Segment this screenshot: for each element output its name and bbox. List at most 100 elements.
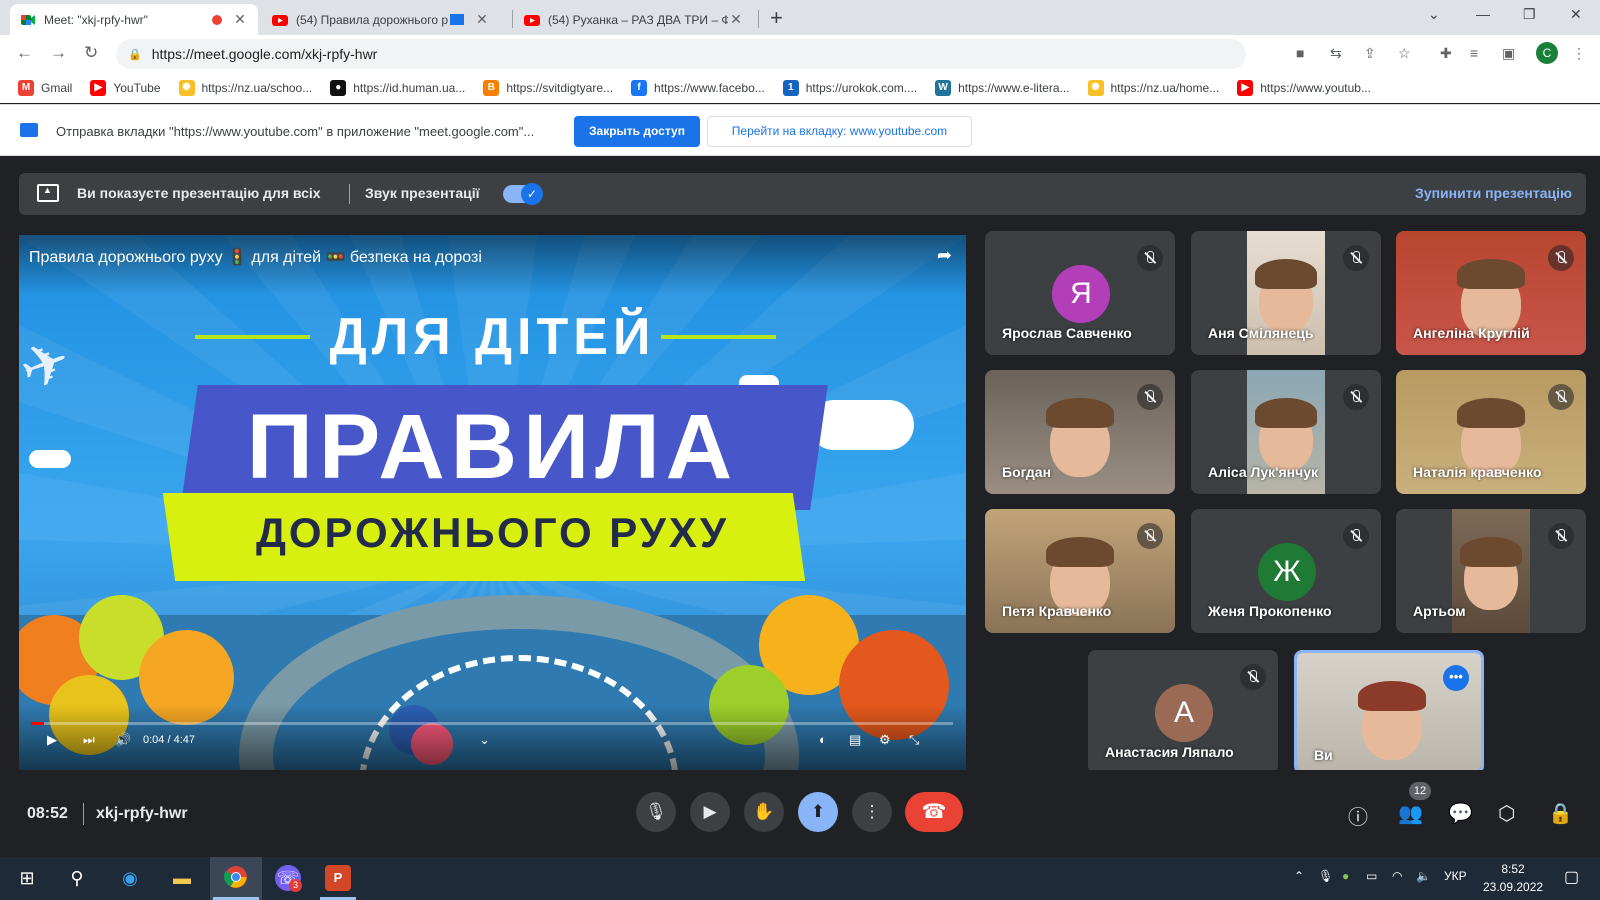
participant-tile[interactable]: Аня Смілянець [1191, 231, 1381, 355]
shared-video[interactable]: ✈ ДЛЯ ДІТЕЙ ПРАВИЛА ДОРОЖНЬОГО РУХУ Прав… [19, 235, 966, 770]
people-icon[interactable]: 👥 [1398, 801, 1423, 826]
more-options-icon[interactable]: ••• [1443, 665, 1469, 691]
close-icon[interactable]: ✕ [728, 11, 744, 28]
tab-search-icon[interactable]: ⌄ [1428, 6, 1440, 23]
tab-youtube-rukhanka[interactable]: (54) Руханка – РАЗ ДВА ТРИ – Ф ✕ [514, 4, 754, 35]
participant-name: Ангеліна Круглій [1413, 325, 1530, 341]
minimize-icon[interactable]: — [1476, 6, 1490, 22]
bookmark-item[interactable]: ▶ YouTube [90, 80, 161, 96]
bookmark-item[interactable]: M Gmail [18, 80, 72, 96]
camera-icon[interactable]: ■ [1296, 45, 1304, 61]
reload-icon[interactable]: ↻ [84, 43, 98, 63]
share-arrow-icon[interactable]: ➦ [937, 245, 952, 266]
participant-tile[interactable]: Наталія кравченко [1396, 370, 1586, 494]
activities-icon[interactable]: ⬡ [1498, 801, 1515, 826]
chevron-down-icon[interactable]: ⌄ [479, 732, 490, 748]
volume-icon[interactable]: 🔊 [115, 732, 131, 748]
tab-title: (54) Руханка – РАЗ ДВА ТРИ – Ф [548, 12, 728, 27]
battery-icon[interactable]: ▭ [1366, 869, 1377, 883]
presentation-audio-toggle[interactable]: ✓ [503, 183, 543, 205]
powerpoint-icon[interactable]: P [325, 865, 351, 891]
input-language[interactable]: УКР [1444, 869, 1467, 883]
participant-tile[interactable]: А Анастасия Ляпало [1088, 650, 1278, 774]
bookmark-item[interactable]: 1 https://urokok.com.... [782, 80, 917, 96]
meeting-details-icon[interactable]: ⓘ [1348, 801, 1368, 830]
chrome-icon[interactable] [223, 865, 249, 891]
exit-fullscreen-icon[interactable]: ⤡ [909, 732, 919, 748]
participant-name: Ви [1314, 747, 1333, 763]
microphone-tray-icon[interactable]: 🎙 [1318, 869, 1333, 883]
back-icon[interactable]: ← [16, 43, 33, 63]
close-icon[interactable]: ✕ [474, 11, 490, 28]
host-controls-icon[interactable]: 🔒 [1548, 801, 1573, 826]
autoplay-toggle-icon[interactable]: ◐ [819, 732, 827, 747]
more-options-button[interactable]: ⋮ [852, 792, 892, 832]
share-icon[interactable]: ⇪ [1364, 45, 1376, 62]
participant-tile[interactable]: Артьом [1396, 509, 1586, 633]
participant-tile[interactable]: ••• Ви [1294, 650, 1484, 774]
youtube-icon [272, 12, 288, 28]
participant-avatar: Я [1052, 265, 1110, 323]
windows-start-icon[interactable]: ⊞ [14, 865, 40, 891]
menu-icon[interactable]: ⋮ [1572, 45, 1586, 62]
bookmark-item[interactable]: ▶ https://www.youtub... [1237, 80, 1371, 96]
play-icon[interactable]: ▶ [47, 732, 57, 748]
participant-tile[interactable]: Ангеліна Круглій [1396, 231, 1586, 355]
edge-icon[interactable]: ◉ [117, 865, 143, 891]
tab-meet[interactable]: Meet: "xkj-rpfy-hwr" ✕ [10, 4, 258, 35]
microphone-muted-icon [1343, 245, 1369, 271]
microphone-button[interactable]: 🎙 [636, 792, 676, 832]
video-text-for-kids: ДЛЯ ДІТЕЙ [329, 308, 656, 366]
tab-sharing-infobar: Отправка вкладки "https://www.youtube.co… [0, 104, 1600, 156]
bookmark-item[interactable]: ● https://id.human.ua... [330, 80, 465, 96]
address-bar[interactable]: 🔒 https://meet.google.com/xkj-rpfy-hwr [116, 39, 1246, 69]
video-progress-bar[interactable] [31, 722, 953, 725]
media-control-icon[interactable]: ≡ [1470, 45, 1478, 61]
video-title[interactable]: Правила дорожнього руху 🚦 для дітей 🚥 бе… [29, 247, 482, 267]
camera-button[interactable]: ▶ [690, 792, 730, 832]
present-now-button[interactable]: ⬆ [798, 792, 838, 832]
participant-name: Женя Прокопенко [1208, 603, 1332, 619]
tab-title: (54) Правила дорожнього р [296, 12, 448, 27]
participant-tile[interactable]: Аліса Лук'янчук [1191, 370, 1381, 494]
tab-youtube-rules[interactable]: (54) Правила дорожнього р ✕ [262, 4, 500, 35]
bookmark-item[interactable]: Bhttps://svitdigtyare... [483, 80, 613, 96]
participant-tile[interactable]: Богдан [985, 370, 1175, 494]
settings-icon[interactable]: ⚙ [879, 732, 891, 748]
translate-icon[interactable]: ⇆ [1330, 45, 1342, 62]
file-explorer-icon[interactable]: ▬ [169, 865, 195, 891]
wifi-icon[interactable]: ◠ [1392, 869, 1402, 883]
system-clock[interactable]: 8:52 23.09.2022 [1483, 860, 1543, 896]
bookmark-item[interactable]: Whttps://www.e-litera... [935, 80, 1070, 96]
bookmark-item[interactable]: f https://www.facebo... [631, 80, 765, 96]
new-tab-button[interactable]: + [770, 5, 783, 31]
search-icon[interactable]: ⚲ [64, 865, 90, 891]
stop-presentation-link[interactable]: Зупинити презентацію [1415, 185, 1572, 201]
participant-tile[interactable]: Петя Кравченко [985, 509, 1175, 633]
bookmark-item[interactable]: ✺ https://nz.ua/home... [1087, 80, 1219, 96]
leave-call-button[interactable]: ☎ [905, 792, 963, 832]
side-panel-icon[interactable]: ▣ [1502, 45, 1515, 62]
app-tray-icon[interactable]: ● [1342, 869, 1349, 883]
profile-avatar[interactable]: C [1536, 42, 1558, 64]
close-window-icon[interactable]: ✕ [1570, 6, 1582, 23]
next-icon[interactable]: ⏭ [83, 732, 95, 748]
bookmark-item[interactable]: ✺ https://nz.ua/schoo... [178, 80, 312, 96]
bookmark-star-icon[interactable]: ☆ [1398, 45, 1411, 62]
participant-tile[interactable]: Ж Женя Прокопенко [1191, 509, 1381, 633]
subtitles-icon[interactable]: ▤ [849, 732, 861, 748]
notification-center-icon[interactable]: ▢ [1564, 867, 1579, 887]
meet-icon [20, 12, 36, 28]
raise-hand-button[interactable]: ✋ [744, 792, 784, 832]
forward-icon[interactable]: → [50, 43, 67, 63]
cast-tab-icon [20, 123, 38, 137]
chevron-up-icon[interactable]: ⌃ [1294, 869, 1304, 883]
restore-icon[interactable]: ❐ [1523, 6, 1536, 23]
participant-tile[interactable]: Я Ярослав Савченко [985, 231, 1175, 355]
stop-sharing-button[interactable]: Закрыть доступ [574, 116, 700, 147]
close-icon[interactable]: ✕ [232, 11, 248, 28]
switch-to-tab-button[interactable]: Перейти на вкладку: www.youtube.com [707, 116, 972, 147]
extensions-icon[interactable]: ✚ [1440, 45, 1452, 62]
volume-tray-icon[interactable]: 🔈 [1416, 869, 1431, 883]
chat-icon[interactable]: 💬 [1448, 801, 1473, 826]
